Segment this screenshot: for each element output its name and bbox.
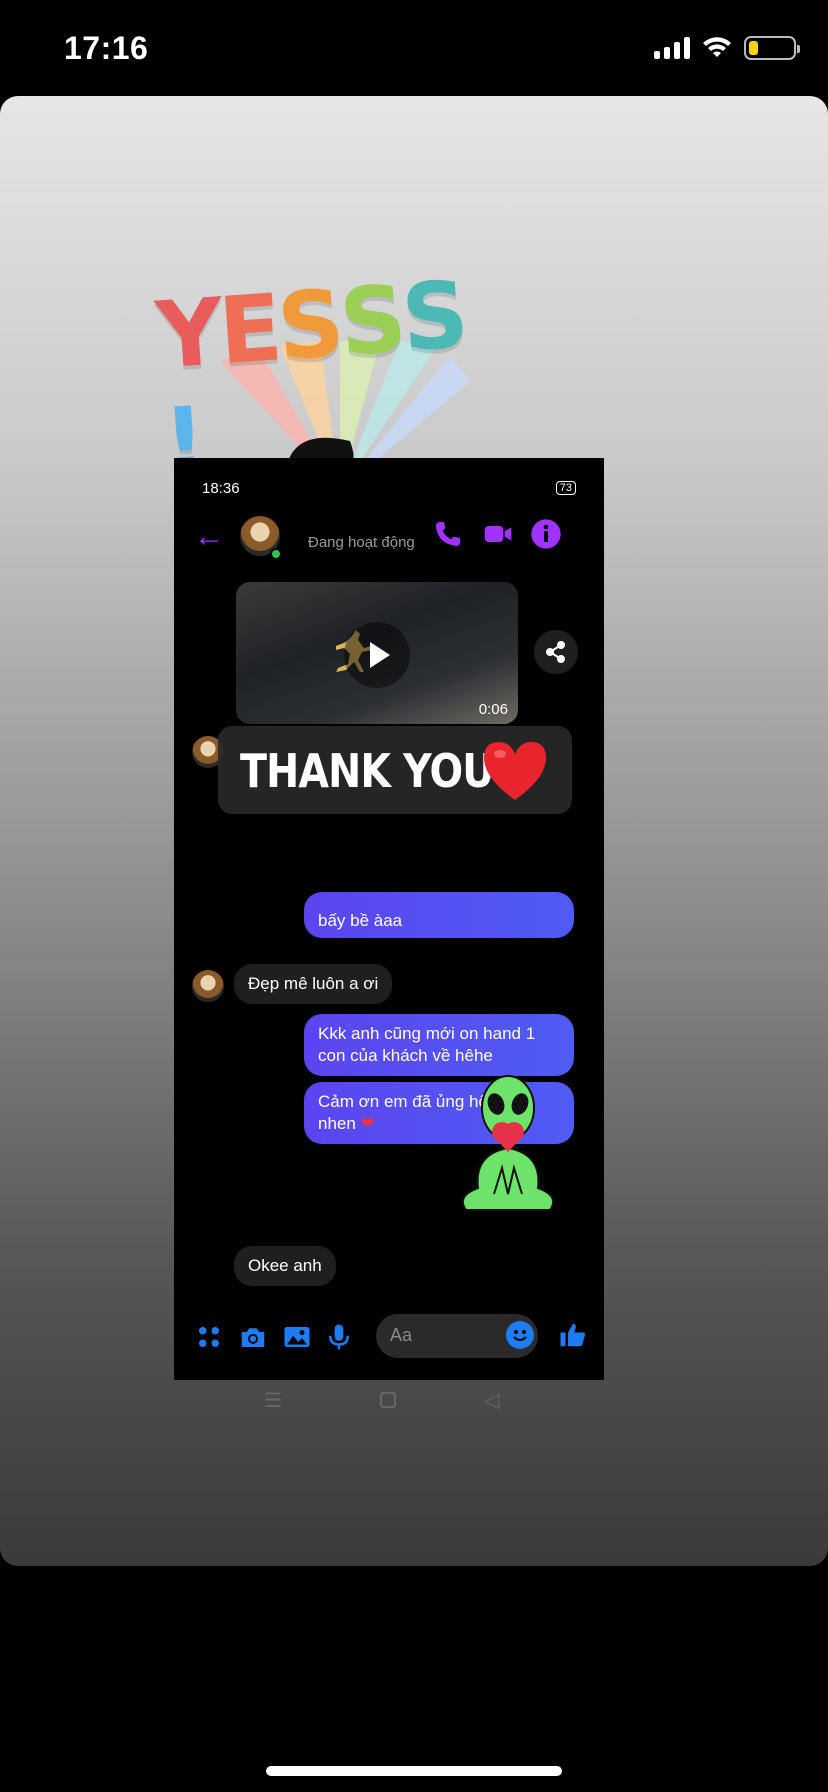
thank-you-text: THANK YOU bbox=[240, 744, 494, 798]
microphone-icon[interactable] bbox=[324, 1322, 354, 1352]
back-icon[interactable]: ◁ bbox=[484, 1388, 499, 1413]
message-composer: Aa bbox=[174, 1308, 604, 1368]
message-bubble-in[interactable]: Okee anh bbox=[234, 1246, 336, 1286]
thank-you-sticker[interactable]: THANK YOU bbox=[218, 726, 572, 814]
ios-status-bar: 17:16 bbox=[0, 0, 828, 96]
share-button[interactable] bbox=[534, 630, 578, 674]
cellular-signal-icon bbox=[654, 37, 690, 59]
android-nav-bar: ☰ ◁ bbox=[174, 1388, 604, 1418]
contact-avatar-small bbox=[192, 970, 224, 1002]
ios-status-icons bbox=[654, 36, 800, 60]
message-bubble-in[interactable]: Đẹp mê luôn a ơi bbox=[234, 964, 393, 1004]
active-status: Đang hoạt động bbox=[308, 534, 415, 551]
story-card[interactable]: YESSS! 18:36 73 ← Đang hoạt động 0:06 bấ… bbox=[0, 96, 828, 1566]
menu-grid-icon[interactable] bbox=[194, 1322, 224, 1352]
home-icon[interactable] bbox=[380, 1392, 396, 1408]
alien-sticker[interactable] bbox=[450, 1068, 566, 1218]
video-call-icon[interactable] bbox=[482, 518, 514, 550]
android-battery: 73 bbox=[555, 481, 576, 495]
share-icon bbox=[546, 641, 565, 663]
back-arrow-icon[interactable]: ← bbox=[194, 522, 224, 552]
messenger-screenshot: 18:36 73 ← Đang hoạt động 0:06 bấy bề àa… bbox=[174, 458, 604, 1412]
recent-apps-icon[interactable]: ☰ bbox=[264, 1388, 282, 1413]
video-duration: 0:06 bbox=[478, 701, 508, 718]
emoji-button[interactable] bbox=[506, 1321, 534, 1349]
play-button[interactable] bbox=[344, 622, 410, 688]
video-message[interactable]: 0:06 bbox=[236, 582, 518, 724]
home-indicator[interactable] bbox=[266, 1766, 562, 1776]
chat-header: ← Đang hoạt động bbox=[174, 510, 604, 570]
smiley-icon bbox=[513, 1330, 527, 1341]
gallery-icon[interactable] bbox=[282, 1322, 312, 1352]
android-status-bar: 18:36 73 bbox=[202, 476, 576, 500]
info-icon[interactable] bbox=[530, 518, 562, 550]
camera-icon[interactable] bbox=[238, 1322, 268, 1352]
battery-icon bbox=[744, 36, 800, 60]
heart-icon bbox=[484, 742, 546, 800]
ios-clock: 17:16 bbox=[64, 30, 149, 66]
online-indicator bbox=[270, 548, 282, 560]
wifi-icon bbox=[703, 37, 731, 57]
yesss-sticker[interactable]: YESSS! bbox=[150, 231, 490, 647]
heart-emoji-icon: ❤ bbox=[360, 1114, 375, 1133]
thumbs-up-icon[interactable] bbox=[558, 1320, 588, 1350]
phone-call-icon[interactable] bbox=[432, 518, 464, 550]
message-bubble-out[interactable]: bấy bề àaa bbox=[304, 892, 574, 938]
android-clock: 18:36 bbox=[202, 479, 240, 497]
message-bubble-out[interactable]: Kkk anh cũng mới on hand 1 con của khách… bbox=[304, 1014, 574, 1076]
